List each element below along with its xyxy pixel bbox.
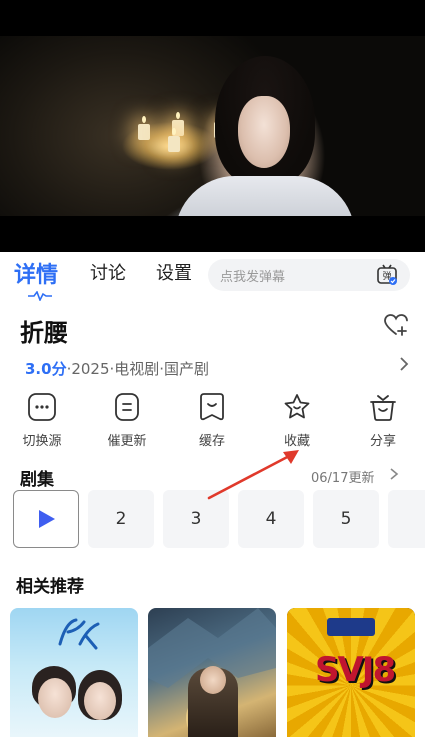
- poster-title-art: [58, 618, 100, 650]
- annotation-arrow: [207, 450, 299, 500]
- episodes-heading: 剧集: [20, 470, 54, 490]
- danmu-toggle-icon[interactable]: 弹: [376, 264, 398, 286]
- action-label: 催更新: [107, 434, 147, 449]
- poster-badge: [327, 618, 375, 636]
- status-bar: [0, 0, 425, 36]
- episode-button[interactable]: 5: [313, 490, 379, 548]
- episode-button[interactable]: 2: [88, 490, 154, 548]
- tab-active-indicator: [28, 291, 52, 301]
- recommend-poster[interactable]: [148, 608, 276, 737]
- request-update-button[interactable]: 催更新: [92, 392, 162, 449]
- show-title: 折腰: [20, 319, 68, 347]
- follow-heart-icon[interactable]: [383, 312, 409, 338]
- actress-face: [238, 96, 290, 168]
- star-icon: [284, 394, 310, 419]
- tab-details[interactable]: 详情: [14, 257, 58, 289]
- switch-source-button[interactable]: 切换源: [7, 392, 77, 449]
- chevron-right-icon[interactable]: [397, 356, 411, 372]
- update-icon: [115, 393, 139, 421]
- share-icon: [370, 395, 396, 421]
- candle: [138, 116, 150, 140]
- action-label: 分享: [369, 434, 396, 449]
- poster-logo-text: SVJ8: [315, 650, 396, 690]
- chevron-right-icon[interactable]: [388, 467, 400, 481]
- download-icon: [200, 393, 224, 421]
- recommend-poster[interactable]: SVJ8: [287, 608, 415, 737]
- favorite-button[interactable]: 收藏: [262, 392, 332, 449]
- play-icon: [39, 510, 55, 528]
- show-meta[interactable]: 3.0分·2025·电视剧·国产剧: [25, 358, 209, 379]
- episode-button-partial[interactable]: [388, 490, 425, 548]
- download-button[interactable]: 缓存: [177, 392, 247, 449]
- video-player[interactable]: [0, 36, 425, 252]
- show-score: 3.0分: [25, 360, 67, 378]
- episode-1-playing[interactable]: [13, 490, 79, 548]
- recommend-poster[interactable]: [10, 608, 138, 737]
- source-icon: [28, 393, 56, 421]
- show-info: ·2025·电视剧·国产剧: [66, 360, 210, 378]
- tab-settings[interactable]: 设置: [156, 259, 192, 285]
- tab-discussion[interactable]: 讨论: [90, 259, 126, 285]
- recommend-heading: 相关推荐: [16, 577, 84, 597]
- share-button[interactable]: 分享: [348, 392, 418, 449]
- video-letterbox: [0, 216, 425, 252]
- danmu-placeholder: 点我发弹幕: [220, 270, 286, 285]
- candle: [168, 128, 180, 152]
- action-label: 切换源: [22, 434, 62, 449]
- danmu-input[interactable]: 点我发弹幕 弹: [208, 259, 410, 291]
- episodes-update-status[interactable]: 06/17更新: [311, 467, 374, 486]
